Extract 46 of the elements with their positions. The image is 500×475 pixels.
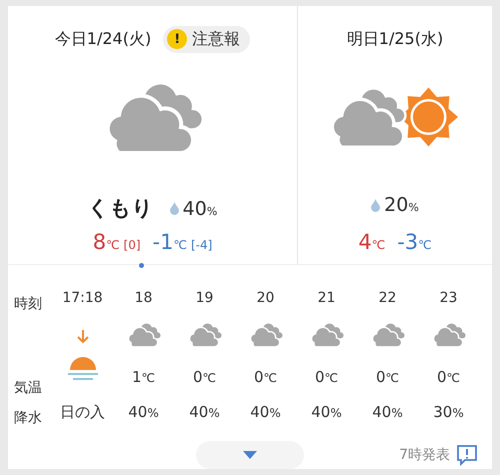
hour-time: 22: [378, 290, 396, 306]
hour-precipitation: 40%: [128, 403, 159, 421]
cloudy-icon: [310, 321, 344, 349]
row-label: 降水: [14, 409, 43, 427]
hour-temperature: 0℃: [376, 368, 400, 386]
hour-time: 18: [134, 290, 152, 306]
caret-icon: [243, 451, 257, 459]
weather-condition: くもり: [88, 195, 154, 222]
low-temperature: -1℃ [-4]: [152, 230, 212, 254]
hour-temperature: 0℃: [314, 368, 338, 386]
raindrop-icon: [371, 198, 380, 212]
warning-badge[interactable]: ! 注意報: [163, 26, 250, 52]
row-label: 時刻: [14, 295, 43, 313]
cloudy-icon: [126, 321, 160, 349]
row-label: 気温: [14, 379, 43, 397]
hour-time: 19: [196, 290, 214, 306]
hour-time: 21: [318, 290, 336, 306]
hour-temperature: 0℃: [436, 368, 460, 386]
hour-time: 23: [440, 290, 458, 306]
cloudy-icon: [432, 321, 466, 349]
page-indicator-dot: [139, 263, 144, 268]
tomorrow-date: 明日1/25(水): [346, 28, 444, 50]
feedback-icon[interactable]: [456, 444, 478, 466]
hour-temperature: 0℃: [254, 368, 278, 386]
hour-precipitation: 40%: [189, 403, 220, 421]
hour-time: 20: [256, 290, 274, 306]
today-date: 今日1/24(火): [54, 28, 152, 50]
high-temperature: 4℃: [358, 230, 386, 254]
low-temperature: -3℃: [397, 230, 432, 254]
hour-precipitation: 30%: [433, 403, 464, 421]
raindrop-icon: [170, 202, 179, 215]
issued-time: 7時発表: [399, 446, 450, 464]
high-temperature: 8℃ [0]: [92, 230, 141, 254]
hour-temperature: 1℃: [132, 368, 156, 386]
warning-icon: !: [167, 29, 188, 49]
precipitation-chance: 20%: [384, 194, 419, 216]
cloudy-icon: [188, 321, 222, 349]
hour-precipitation: 40%: [250, 403, 281, 421]
hour-precipitation: 40%: [311, 403, 342, 421]
hour-precipitation: 日の入: [60, 402, 105, 422]
cloudy-icon: [248, 321, 282, 349]
cloudy-icon: [370, 321, 404, 349]
hour-precipitation: 40%: [372, 403, 403, 421]
hour-time: 17:18: [62, 290, 103, 306]
hour-temperature: 0℃: [192, 368, 216, 386]
precipitation-chance: 40%: [182, 198, 218, 220]
